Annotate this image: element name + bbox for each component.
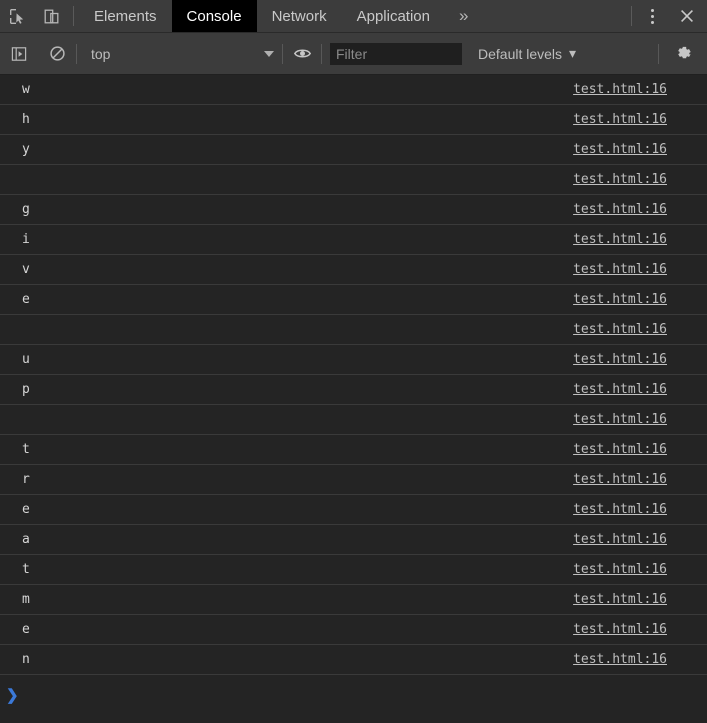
console-toolbar: top Default levels ▾ (0, 33, 707, 75)
tabbar-actions (626, 0, 707, 32)
devtools-tab-bar: Elements Console Network Application » (0, 0, 707, 33)
console-source-link[interactable]: test.html:16 (573, 112, 667, 127)
device-toolbar-icon[interactable] (34, 0, 68, 32)
console-message-row[interactable]: e test.html:16 (0, 615, 707, 645)
prompt-chevron-icon: ❯ (6, 687, 19, 704)
console-message-text: r (22, 472, 30, 487)
console-source-link[interactable]: test.html:16 (573, 502, 667, 517)
tab-application[interactable]: Application (342, 0, 445, 32)
tabbar-divider-right (631, 6, 632, 26)
tabbar-divider (73, 6, 74, 26)
console-message-row[interactable]: p test.html:16 (0, 375, 707, 405)
console-message-text: u (22, 352, 30, 367)
log-levels-label: Default levels (478, 45, 563, 62)
log-levels-select[interactable]: Default levels ▾ (478, 45, 576, 62)
tab-label: Network (271, 7, 327, 25)
console-message-text: t (22, 562, 30, 577)
console-source-link[interactable]: test.html:16 (573, 142, 667, 157)
console-message-text: n (22, 652, 30, 667)
console-source-link[interactable]: test.html:16 (573, 292, 667, 307)
tab-label: Console (186, 7, 242, 25)
console-source-link[interactable]: test.html:16 (573, 322, 667, 337)
console-message-row[interactable]: t test.html:16 (0, 555, 707, 585)
clear-console-icon[interactable] (38, 33, 76, 75)
console-message-row[interactable]: m test.html:16 (0, 585, 707, 615)
console-message-text: y (22, 142, 30, 157)
close-icon[interactable] (667, 7, 707, 25)
console-source-link[interactable]: test.html:16 (573, 442, 667, 457)
console-message-row[interactable]: n test.html:16 (0, 645, 707, 675)
inspect-cursor-icon[interactable] (0, 0, 34, 32)
console-source-link[interactable]: test.html:16 (573, 82, 667, 97)
console-message-row[interactable]: t test.html:16 (0, 435, 707, 465)
console-message-text: a (22, 532, 30, 547)
console-message-row[interactable]: test.html:16 (0, 315, 707, 345)
eye-icon[interactable] (283, 33, 321, 75)
execution-context-select[interactable]: top (77, 33, 282, 75)
tab-network[interactable]: Network (257, 0, 342, 32)
console-source-link[interactable]: test.html:16 (573, 652, 667, 667)
console-source-link[interactable]: test.html:16 (573, 262, 667, 277)
console-message-row[interactable]: i test.html:16 (0, 225, 707, 255)
tab-overflow-button[interactable]: » (445, 0, 482, 32)
console-message-row[interactable]: a test.html:16 (0, 525, 707, 555)
console-prompt[interactable]: ❯ (0, 680, 707, 710)
chevron-down-icon: ▾ (569, 45, 577, 61)
console-message-row[interactable]: e test.html:16 (0, 285, 707, 315)
console-sidebar-icon[interactable] (0, 33, 38, 75)
console-message-text: w (22, 82, 30, 97)
console-message-text: v (22, 262, 30, 277)
tab-label: Application (356, 7, 430, 25)
console-source-link[interactable]: test.html:16 (573, 532, 667, 547)
console-source-link[interactable]: test.html:16 (573, 172, 667, 187)
console-message-row[interactable]: v test.html:16 (0, 255, 707, 285)
tabbar-spacer (482, 0, 626, 32)
console-message-row[interactable]: g test.html:16 (0, 195, 707, 225)
console-source-link[interactable]: test.html:16 (573, 352, 667, 367)
tab-console[interactable]: Console (171, 0, 257, 32)
gear-icon[interactable] (659, 44, 707, 63)
console-source-link[interactable]: test.html:16 (573, 562, 667, 577)
filter-input[interactable] (330, 42, 462, 65)
console-message-text: p (22, 382, 30, 397)
chevron-double-right-icon: » (458, 6, 469, 25)
console-source-link[interactable]: test.html:16 (573, 592, 667, 607)
console-source-link[interactable]: test.html:16 (573, 622, 667, 637)
console-message-text: e (22, 502, 30, 517)
console-message-text: e (22, 292, 30, 307)
console-message-row[interactable]: e test.html:16 (0, 495, 707, 525)
console-message-row[interactable]: u test.html:16 (0, 345, 707, 375)
console-message-text: m (22, 592, 30, 607)
console-source-link[interactable]: test.html:16 (573, 472, 667, 487)
tab-elements[interactable]: Elements (79, 0, 172, 32)
console-message-row[interactable]: test.html:16 (0, 405, 707, 435)
console-source-link[interactable]: test.html:16 (573, 412, 667, 427)
console-message-text: i (22, 232, 30, 247)
console-message-text: g (22, 202, 30, 217)
console-source-link[interactable]: test.html:16 (573, 232, 667, 247)
console-message-list[interactable]: w test.html:16 h test.html:16 y test.html:16 t… (0, 75, 707, 680)
console-message-row[interactable]: y test.html:16 (0, 135, 707, 165)
console-message-row[interactable]: r test.html:16 (0, 465, 707, 495)
toolbar-divider-3 (321, 43, 322, 64)
execution-context-value: top (91, 45, 111, 62)
console-message-row[interactable]: h test.html:16 (0, 105, 707, 135)
console-source-link[interactable]: test.html:16 (573, 202, 667, 217)
more-options-icon[interactable] (637, 8, 667, 24)
console-message-text: h (22, 112, 30, 127)
console-message-row[interactable]: w test.html:16 (0, 75, 707, 105)
console-source-link[interactable]: test.html:16 (573, 382, 667, 397)
tab-label: Elements (94, 7, 157, 25)
console-message-text: e (22, 622, 30, 637)
chevron-down-icon (264, 50, 274, 57)
console-message-row[interactable]: test.html:16 (0, 165, 707, 195)
console-message-text: t (22, 442, 30, 457)
